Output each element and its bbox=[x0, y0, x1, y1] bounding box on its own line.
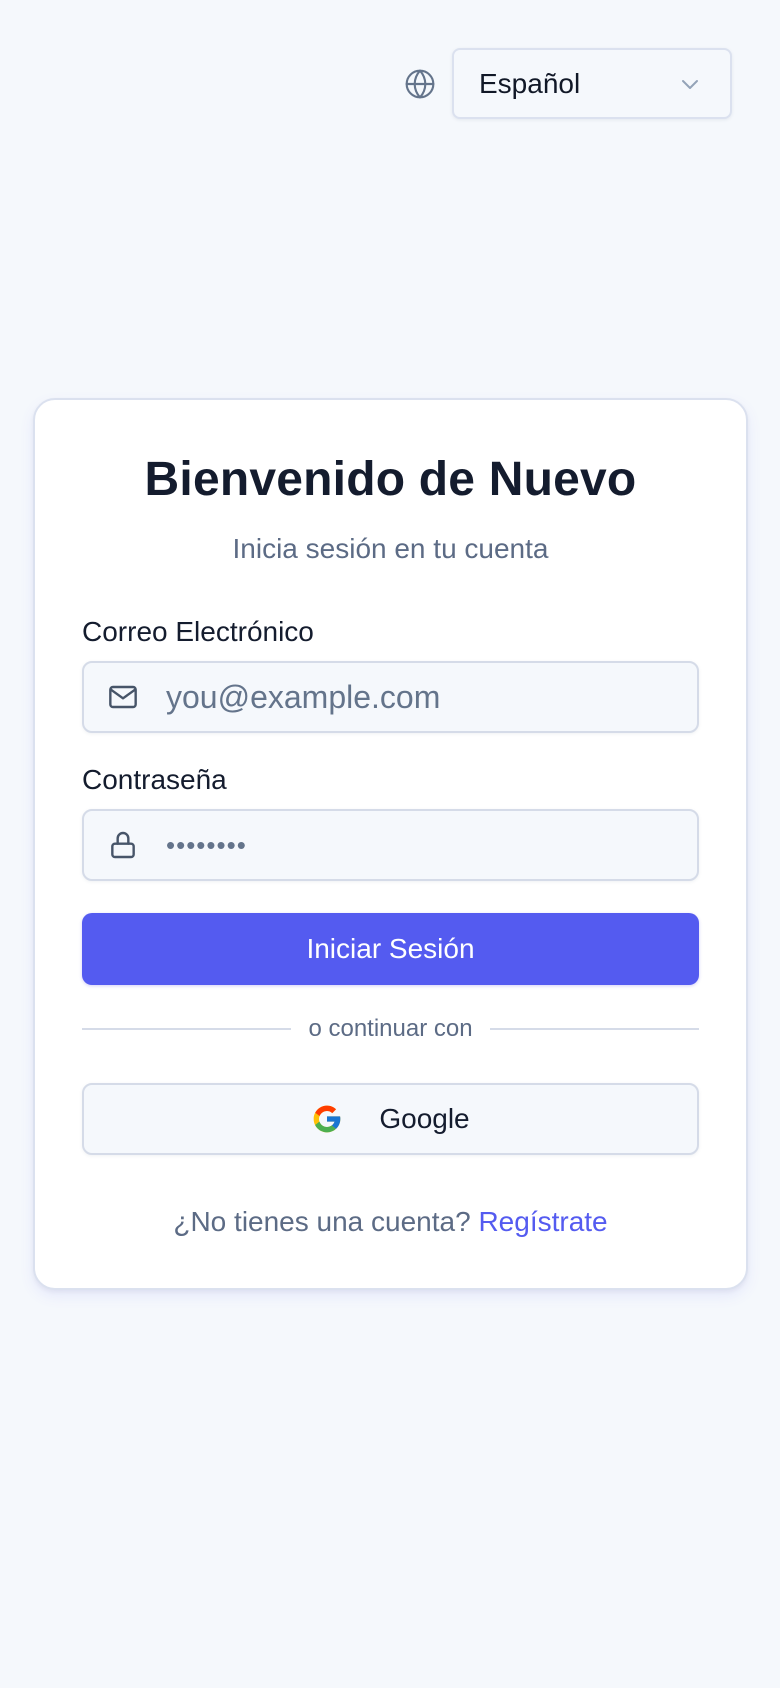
divider-line-left bbox=[82, 1028, 292, 1030]
globe-icon bbox=[403, 67, 437, 101]
password-input[interactable] bbox=[166, 811, 697, 879]
signup-prompt: ¿No tienes una cuenta? bbox=[173, 1206, 471, 1237]
divider-line-right bbox=[489, 1028, 700, 1030]
divider: o continuar con bbox=[82, 1012, 700, 1046]
lock-icon bbox=[106, 828, 140, 862]
google-sign-in-button[interactable]: Google bbox=[82, 1083, 699, 1155]
google-icon bbox=[311, 1103, 343, 1135]
page-subtitle: Inicia sesión en tu cuenta bbox=[232, 533, 549, 564]
signup-link[interactable]: Regístrate bbox=[478, 1206, 607, 1237]
google-button-label: Google bbox=[379, 1103, 470, 1134]
chevron-down-icon bbox=[678, 72, 702, 96]
email-input[interactable] bbox=[166, 663, 697, 731]
password-field bbox=[82, 809, 699, 881]
signup-row: ¿No tienes una cuenta? Regístrate bbox=[35, 1206, 746, 1238]
mail-icon bbox=[106, 680, 140, 714]
sign-in-button[interactable]: Iniciar Sesión bbox=[82, 913, 699, 985]
language-select[interactable]: Español bbox=[452, 48, 732, 119]
email-field bbox=[82, 661, 699, 733]
login-card: Bienvenido de Nuevo Inicia sesión en tu … bbox=[33, 398, 748, 1290]
language-bar: Español bbox=[403, 48, 732, 119]
email-label: Correo Electrónico bbox=[82, 616, 314, 647]
password-label: Contraseña bbox=[82, 764, 227, 795]
divider-text: o continuar con bbox=[308, 1015, 473, 1042]
page-title: Bienvenido de Nuevo bbox=[144, 453, 637, 506]
language-select-value: Español bbox=[479, 67, 581, 99]
